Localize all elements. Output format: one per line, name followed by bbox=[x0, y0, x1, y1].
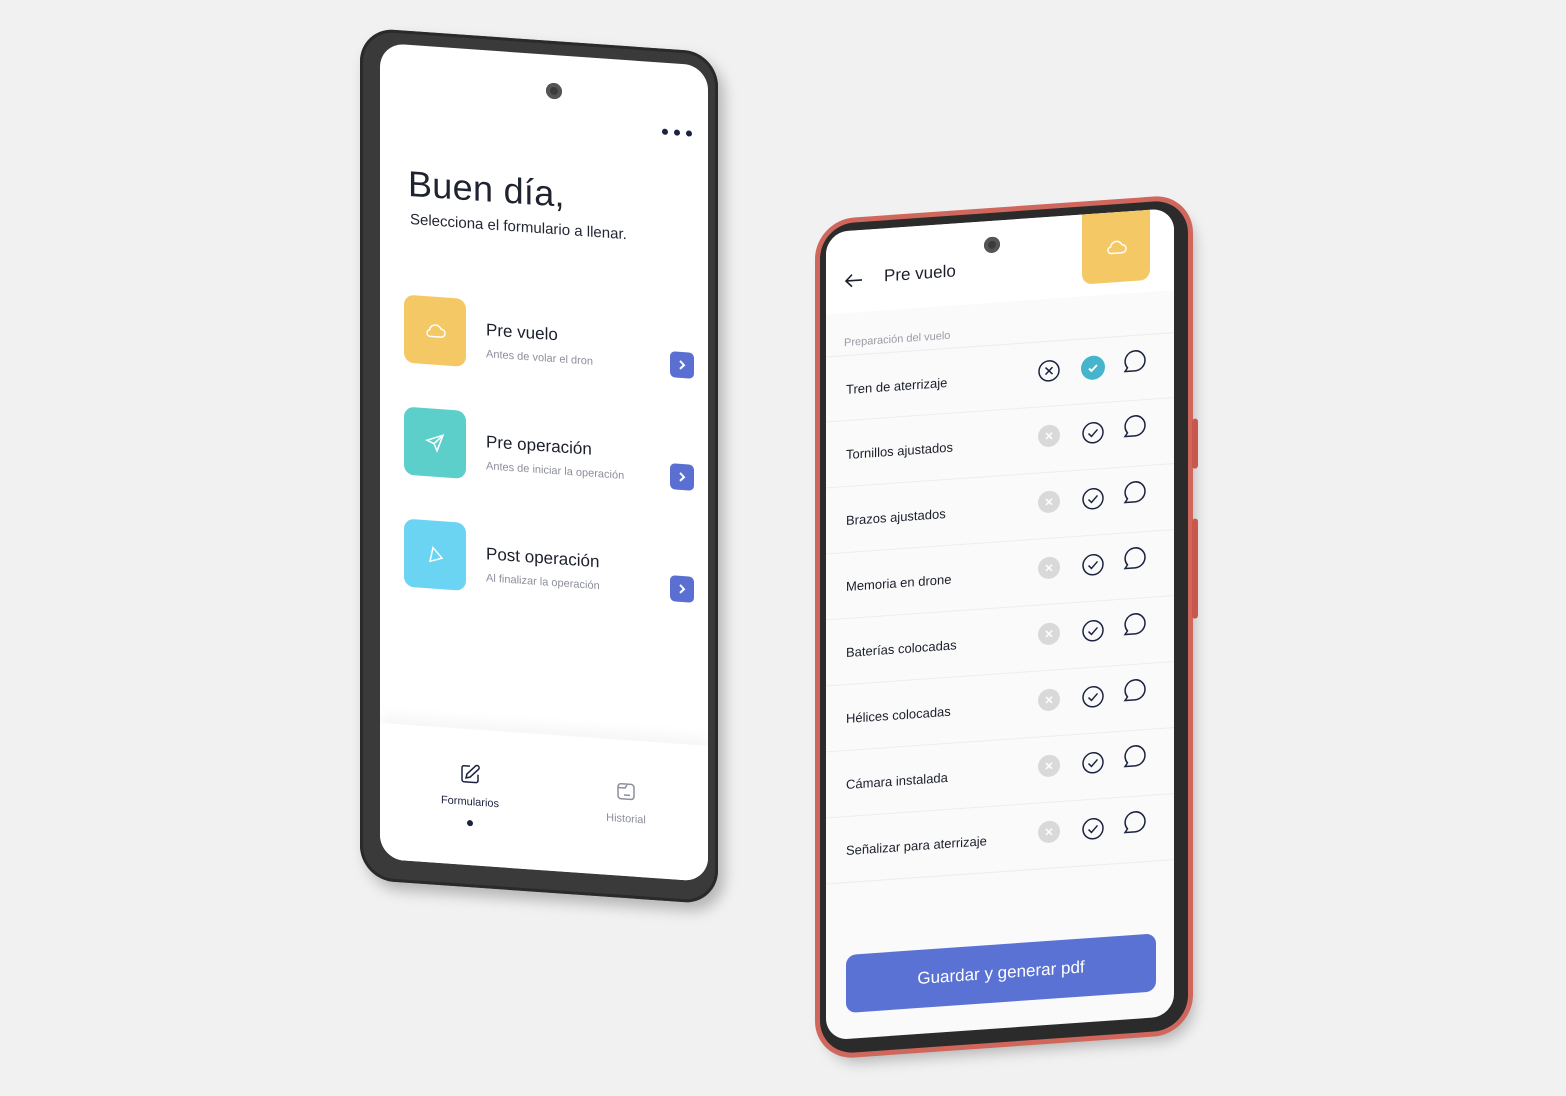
card-tile bbox=[404, 294, 466, 367]
greeting-subtitle: Selecciona el formulario a llenar. bbox=[410, 210, 627, 244]
edit-icon bbox=[461, 764, 480, 784]
form-card-pre-vuelo[interactable]: Pre vuelo Antes de volar el dron bbox=[404, 294, 694, 385]
form-card-post-operacion[interactable]: Post operación Al finalizar la operación bbox=[404, 518, 694, 609]
comment-icon[interactable] bbox=[1122, 742, 1148, 770]
cloud-icon bbox=[426, 324, 446, 338]
nav-label: Historial bbox=[606, 811, 646, 827]
form-card-pre-operacion[interactable]: Pre operación Antes de iniciar la operac… bbox=[404, 406, 694, 497]
card-title: Pre operación bbox=[486, 432, 592, 459]
volume-button bbox=[1192, 518, 1198, 619]
front-camera bbox=[546, 82, 562, 100]
check-icon[interactable] bbox=[1080, 485, 1106, 513]
navigation-icon bbox=[428, 545, 444, 563]
comment-icon[interactable] bbox=[1122, 610, 1148, 638]
reject-icon[interactable] bbox=[1036, 620, 1062, 648]
bottom-navigation: Formularios Historial bbox=[380, 722, 708, 882]
home-screen: Buen día, Selecciona el formulario a lle… bbox=[380, 42, 708, 882]
card-description: Antes de volar el dron bbox=[486, 348, 594, 368]
checklist-item-label: Hélices colocadas bbox=[846, 703, 951, 727]
comment-icon[interactable] bbox=[1122, 478, 1148, 506]
reject-icon[interactable] bbox=[1036, 752, 1062, 780]
check-icon[interactable] bbox=[1080, 354, 1106, 382]
checklist: Tren de aterrizaje Tornillos ajustados Bra… bbox=[826, 332, 1174, 885]
checklist-screen: Pre vuelo Preparación del vuelo Tren de … bbox=[826, 208, 1174, 1041]
cloud-icon bbox=[1107, 240, 1127, 255]
section-label: Preparación del vuelo bbox=[844, 329, 951, 350]
send-icon bbox=[424, 434, 445, 453]
check-icon[interactable] bbox=[1080, 749, 1106, 777]
check-icon[interactable] bbox=[1080, 419, 1106, 447]
reject-icon[interactable] bbox=[1036, 422, 1062, 450]
check-icon[interactable] bbox=[1080, 815, 1106, 843]
card-description: Antes de iniciar la operación bbox=[486, 460, 625, 482]
comment-icon[interactable] bbox=[1122, 676, 1148, 704]
active-indicator bbox=[467, 819, 473, 827]
checklist-item-label: Tren de aterrizaje bbox=[846, 374, 948, 398]
reject-icon[interactable] bbox=[1036, 818, 1062, 846]
chevron-right-icon[interactable] bbox=[670, 575, 694, 603]
reject-icon[interactable] bbox=[1036, 554, 1062, 582]
checklist-item-label: Memoria en drone bbox=[846, 571, 952, 595]
check-icon[interactable] bbox=[1080, 617, 1106, 645]
power-button bbox=[1192, 418, 1198, 469]
folder-icon bbox=[617, 782, 635, 801]
check-icon[interactable] bbox=[1080, 551, 1106, 579]
checklist-item-label: Señalizar para aterrizaje bbox=[846, 833, 987, 859]
nav-historial[interactable]: Historial bbox=[576, 777, 676, 829]
app-header: Pre vuelo bbox=[826, 208, 1174, 315]
chevron-right-icon[interactable] bbox=[670, 351, 694, 379]
arrow-left-icon[interactable] bbox=[844, 272, 864, 289]
phone-home: Buen día, Selecciona el formulario a lle… bbox=[360, 27, 718, 905]
page-title: Pre vuelo bbox=[884, 261, 956, 286]
reject-icon[interactable] bbox=[1036, 488, 1062, 516]
nav-label: Formularios bbox=[440, 794, 500, 811]
comment-icon[interactable] bbox=[1122, 808, 1148, 836]
greeting-title: Buen día, bbox=[408, 162, 565, 215]
comment-icon[interactable] bbox=[1122, 347, 1148, 375]
checklist-item-label: Cámara instalada bbox=[846, 769, 948, 793]
phone-checklist: Pre vuelo Preparación del vuelo Tren de … bbox=[820, 199, 1198, 1055]
comment-icon[interactable] bbox=[1122, 544, 1148, 572]
chevron-right-icon[interactable] bbox=[670, 463, 694, 491]
comment-icon[interactable] bbox=[1122, 412, 1148, 440]
checklist-item-label: Tornillos ajustados bbox=[846, 439, 953, 463]
reject-icon[interactable] bbox=[1036, 357, 1062, 385]
more-options-icon[interactable] bbox=[662, 128, 692, 137]
card-title: Post operación bbox=[486, 544, 600, 572]
checklist-item-label: Brazos ajustados bbox=[846, 506, 946, 529]
card-description: Al finalizar la operación bbox=[486, 572, 600, 593]
checklist-item-label: Baterías colocadas bbox=[846, 637, 957, 661]
card-tile bbox=[404, 518, 466, 591]
front-camera bbox=[984, 236, 1000, 254]
card-tile bbox=[404, 406, 466, 479]
reject-icon[interactable] bbox=[1036, 686, 1062, 714]
card-title: Pre vuelo bbox=[486, 320, 558, 345]
check-icon[interactable] bbox=[1080, 683, 1106, 711]
form-type-badge bbox=[1082, 209, 1150, 285]
save-and-generate-pdf-button[interactable]: Guardar y generar pdf bbox=[846, 933, 1156, 1014]
nav-formularios[interactable]: Formularios bbox=[420, 760, 520, 830]
